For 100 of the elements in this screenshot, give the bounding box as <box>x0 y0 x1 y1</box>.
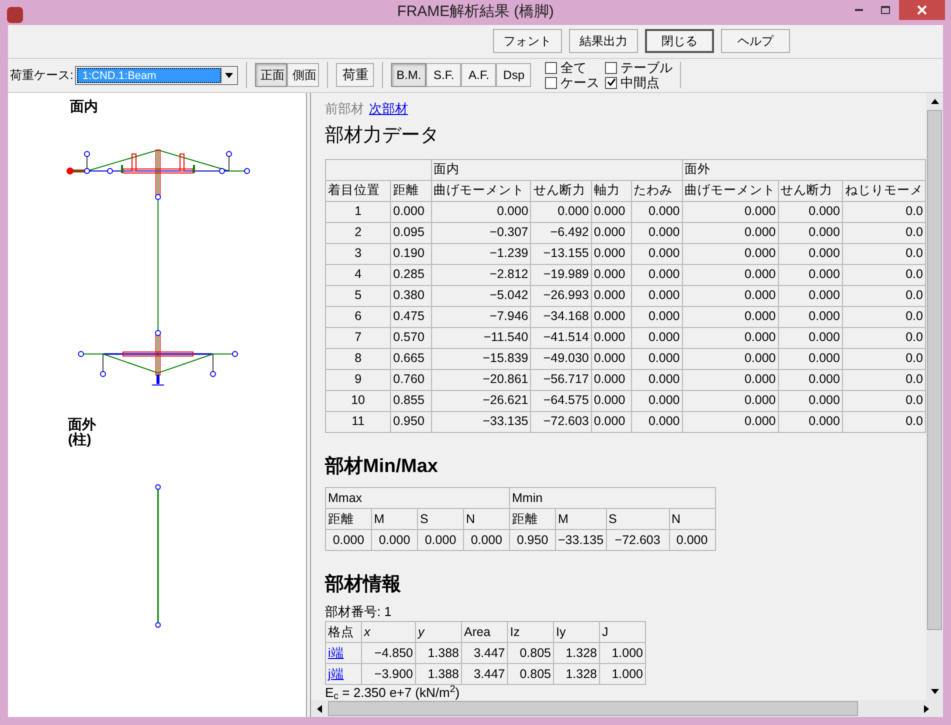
table-header: Mmin <box>510 488 716 508</box>
column-header: 軸力 <box>591 180 632 201</box>
table-cell: 0.000 <box>631 348 682 369</box>
column-header: S <box>418 508 464 530</box>
table-cell: −26.993 <box>530 285 592 306</box>
table-cell: 0.000 <box>682 306 778 327</box>
table-cell: 0.000 <box>631 222 682 243</box>
table-cell: 7 <box>326 327 391 348</box>
scroll-right-icon <box>924 704 928 712</box>
table-cell: 0.095 <box>390 222 432 243</box>
table-cell: 6 <box>326 306 391 327</box>
option-checkbox[interactable]: 全て <box>545 60 600 75</box>
table-cell: 0.000 <box>631 306 682 327</box>
table-cell: −11.540 <box>431 327 531 348</box>
table-cell: 0.665 <box>390 348 432 369</box>
column-header: N <box>669 508 716 530</box>
table-cell: 0.000 <box>682 264 778 285</box>
column-header: Area <box>462 622 508 642</box>
table-cell: 0.000 <box>778 243 842 264</box>
maximize-icon <box>881 6 890 14</box>
toolbar-button[interactable]: フォント <box>493 29 562 53</box>
diagram-label: 面内 <box>70 96 98 116</box>
table-cell: 0.0 <box>842 201 926 222</box>
table-cell: 0.000 <box>431 201 531 222</box>
table-cell: 0.000 <box>464 530 510 550</box>
table-cell: 0.805 <box>508 642 554 664</box>
table-cell: 5 <box>326 285 391 306</box>
app-icon <box>7 7 23 23</box>
view-tab[interactable]: 正面 <box>255 63 288 87</box>
table-cell: −19.989 <box>530 264 592 285</box>
table-cell: 0.855 <box>390 390 432 411</box>
table-cell: 0.000 <box>682 285 778 306</box>
table-cell: 0.000 <box>390 201 432 222</box>
table-cell: −15.839 <box>431 348 531 369</box>
column-header: N <box>464 508 510 530</box>
horizontal-scrollbar[interactable] <box>311 700 943 717</box>
view-tab[interactable]: 側面 <box>287 63 320 87</box>
toolbar-button[interactable]: ヘルプ <box>721 29 790 53</box>
table-cell: 0.000 <box>778 285 842 306</box>
table-cell: 3.447 <box>462 664 508 684</box>
toolbar-button[interactable]: 結果出力 <box>569 29 638 53</box>
table-cell: 0.380 <box>390 285 432 306</box>
column-header: 着目位置 <box>326 180 391 201</box>
result-tab[interactable]: Dsp <box>496 63 532 87</box>
vertical-scrollbar[interactable] <box>926 92 943 700</box>
table-cell: 0.000 <box>591 348 632 369</box>
table-cell: 0.000 <box>631 411 682 432</box>
table-cell: 0.0 <box>842 411 926 432</box>
table-cell: 0.000 <box>631 243 682 264</box>
option-checkbox[interactable]: ケース <box>545 75 600 90</box>
option-checkbox[interactable]: 中間点 <box>605 75 672 90</box>
window-title: FRAME解析結果 (橋脚) <box>397 2 554 22</box>
close-button[interactable] <box>899 0 945 20</box>
member-number: 部材番号: 1 <box>325 602 392 620</box>
column-header: Iy <box>554 622 600 642</box>
column-header: S <box>606 508 670 530</box>
column-header: y <box>416 622 462 642</box>
table-cell: 0.570 <box>390 327 432 348</box>
section-title: 部材情報 <box>325 572 402 597</box>
scrollbar-thumb[interactable] <box>328 701 858 716</box>
result-tab[interactable]: B.M. <box>391 63 426 87</box>
scrollbar-thumb[interactable] <box>927 110 942 630</box>
table-cell: 0.000 <box>778 264 842 285</box>
toolbar-button[interactable]: 閉じる <box>645 29 714 53</box>
option-checkbox[interactable]: テーブル <box>605 60 672 75</box>
table-cell: 0.000 <box>530 201 592 222</box>
modulus-note: E$_{c}$ = 2.350 e+7 (kN/m$^{2}$) <box>325 685 461 700</box>
table-cell: −56.717 <box>530 369 592 390</box>
table-cell: 0.000 <box>778 327 842 348</box>
table-cell: 0.000 <box>591 369 632 390</box>
table-cell: 0.285 <box>390 264 432 285</box>
table-cell: 0.000 <box>631 369 682 390</box>
member-nav-link[interactable]: 次部材 <box>369 98 408 118</box>
table-cell: 0.950 <box>510 530 556 550</box>
table-cell: 2 <box>326 222 391 243</box>
scroll-down-icon <box>930 689 938 694</box>
table-cell: 0.0 <box>842 285 926 306</box>
table-cell: 0.000 <box>682 327 778 348</box>
load-button[interactable]: 荷重 <box>336 63 374 87</box>
table-cell: −5.042 <box>431 285 531 306</box>
table-cell: 0.000 <box>591 285 632 306</box>
table-cell: 0.0 <box>842 369 926 390</box>
column-header: せん断力 <box>530 180 592 201</box>
minimize-icon <box>854 9 862 11</box>
result-tab[interactable]: S.F. <box>426 63 462 87</box>
table-cell: 0.000 <box>682 369 778 390</box>
column-header: 距離 <box>510 508 556 530</box>
table-cell: −13.155 <box>530 243 592 264</box>
table-cell: −0.307 <box>431 222 531 243</box>
result-tab[interactable]: A.F. <box>461 63 496 87</box>
table-cell: −6.492 <box>530 222 592 243</box>
scroll-left-icon <box>317 704 322 712</box>
table-cell: 3 <box>326 243 391 264</box>
table-cell: 0.000 <box>631 201 682 222</box>
table-cell: 0.0 <box>842 390 926 411</box>
table-cell: −33.135 <box>431 411 531 432</box>
table-cell: 0.000 <box>631 285 682 306</box>
close-icon <box>917 5 927 15</box>
table-cell: 1.328 <box>554 642 600 664</box>
table-cell: 4 <box>326 264 391 285</box>
